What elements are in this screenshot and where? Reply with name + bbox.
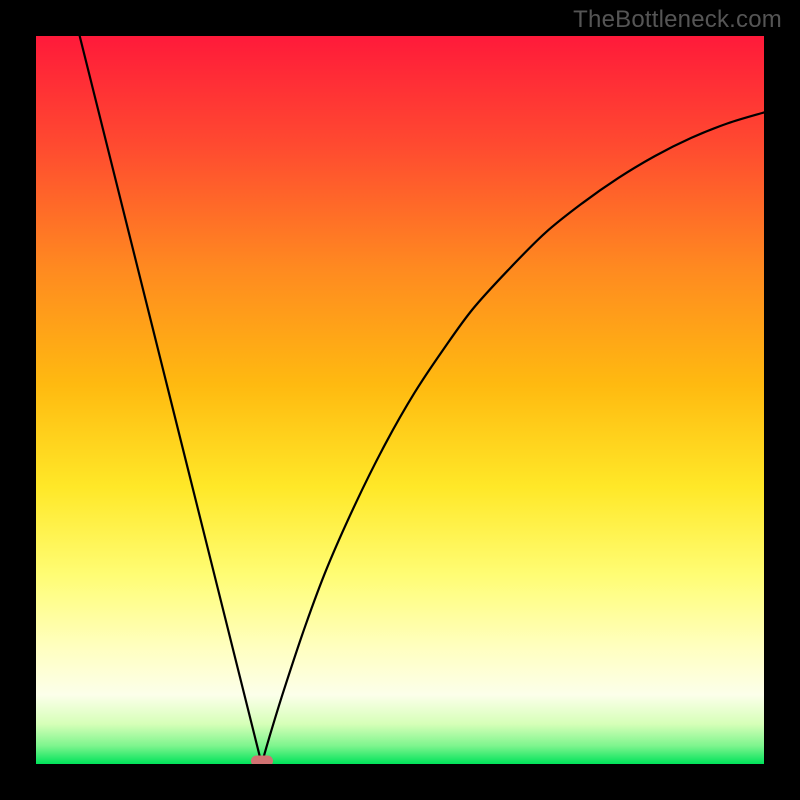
watermark-text: TheBottleneck.com xyxy=(573,6,782,34)
plot-area xyxy=(36,36,764,764)
gradient-background xyxy=(36,36,764,764)
minimum-marker xyxy=(251,756,273,765)
chart-svg xyxy=(36,36,764,764)
chart-frame: TheBottleneck.com xyxy=(0,0,800,800)
